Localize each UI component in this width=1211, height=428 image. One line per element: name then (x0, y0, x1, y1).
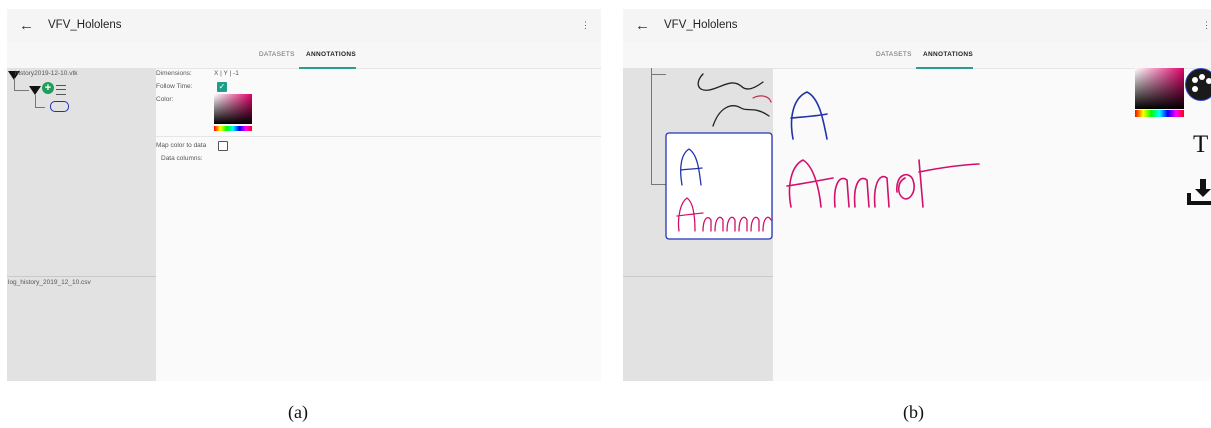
tree-connector (35, 107, 45, 108)
download-icon[interactable] (1185, 179, 1211, 209)
caption-b: (b) (903, 402, 924, 422)
section-divider (156, 136, 601, 137)
screenshot-panel-a: ← VFV_Hololens ⋮ DATASETS ANNOTATIONS hi… (7, 9, 601, 381)
color-picker-square[interactable] (1135, 68, 1184, 109)
map-color-checkbox[interactable] (218, 141, 228, 151)
tab-datasets[interactable]: DATASETS (259, 51, 295, 58)
caption-a: (a) (288, 402, 308, 422)
screenshot-panel-b: ← VFV_Hololens ⋮ DATASETS ANNOTATIONS T (623, 9, 1211, 381)
active-tab-indicator (299, 67, 356, 69)
color-picker-square[interactable] (214, 94, 252, 124)
dimensions-value[interactable]: X | Y | -1 (214, 70, 239, 77)
data-columns-label: Data columns: (161, 155, 203, 162)
back-arrow-icon[interactable]: ← (635, 17, 650, 34)
text-tool-icon[interactable]: T (1193, 131, 1208, 159)
more-dots-icon[interactable]: ⋮ (1202, 20, 1211, 31)
tab-bar: DATASETS ANNOTATIONS (623, 42, 1211, 69)
tree-root-label[interactable]: history2019-12-10.vtk (15, 70, 78, 77)
sidebar-divider (7, 276, 156, 277)
app-bar: ← VFV_Hololens ⋮ (7, 9, 601, 42)
dataset-sidebar: history2019-12-10.vtk + log_history_2019… (7, 68, 156, 381)
app-title: VFV_Hololens (664, 19, 738, 31)
ink-stroke-black (697, 73, 764, 91)
app-bar: ← VFV_Hololens ⋮ (623, 9, 1211, 42)
tab-datasets[interactable]: DATASETS (876, 51, 912, 58)
dimensions-label: Dimensions: (156, 70, 192, 77)
tab-annotations[interactable]: ANNOTATIONS (306, 51, 356, 58)
back-arrow-icon[interactable]: ← (19, 17, 34, 34)
tree-connector (14, 90, 29, 91)
dataset-file-label[interactable]: log_history_2019_12_10.csv (8, 279, 91, 286)
selected-annotation-box[interactable] (665, 132, 773, 240)
color-label: Color: (156, 96, 174, 103)
annotation-node[interactable] (50, 101, 69, 112)
follow-time-label: Follow Time: (156, 83, 193, 90)
color-palette-icon[interactable] (1185, 68, 1211, 101)
ink-stroke-magenta (786, 159, 980, 208)
app-title: VFV_Hololens (48, 19, 122, 31)
add-annotation-icon[interactable]: + (42, 82, 54, 94)
tab-bar: DATASETS ANNOTATIONS (7, 42, 601, 69)
hue-slider[interactable] (214, 126, 252, 131)
more-dots-icon[interactable]: ⋮ (581, 20, 590, 31)
map-color-label: Map color to data (156, 142, 207, 149)
list-menu-icon[interactable] (56, 85, 66, 95)
ink-stroke-red (752, 95, 772, 103)
follow-time-checkbox[interactable]: ✓ (217, 82, 227, 92)
hue-slider[interactable] (1135, 110, 1184, 117)
ink-stroke-black (712, 105, 770, 127)
ink-stroke-blue (790, 91, 828, 140)
annotation-drawing-canvas[interactable] (623, 68, 1211, 381)
expand-triangle-icon[interactable] (29, 86, 41, 95)
tab-annotations[interactable]: ANNOTATIONS (923, 51, 973, 58)
